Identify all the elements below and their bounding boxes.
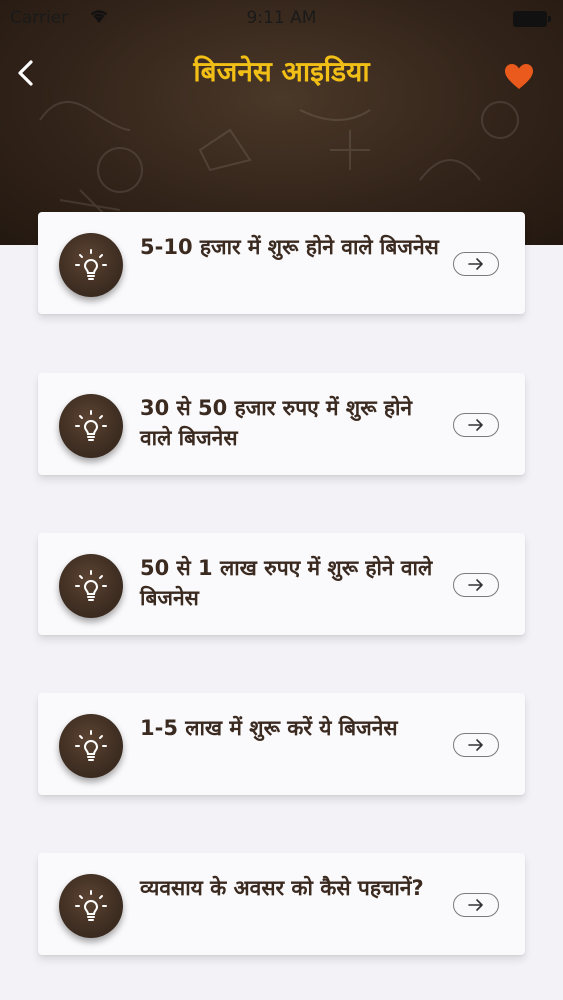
business-idea-card[interactable]: 1-5 लाख में शुरू करें ये बिजनेस	[38, 693, 525, 795]
card-label: 50 से 1 लाख रुपए में शुरू होने वाले बिजन…	[140, 556, 433, 610]
lightbulb-badge	[59, 554, 123, 618]
business-idea-card[interactable]: 5-10 हजार में शुरू होने वाले बिजनेस	[38, 212, 525, 314]
card-label: व्यवसाय के अवसर को कैसे पहचानें?	[140, 876, 424, 900]
lightbulb-badge	[59, 394, 123, 458]
lightbulb-icon	[75, 890, 107, 921]
lightbulb-badge	[59, 233, 123, 297]
favorite-button[interactable]	[503, 62, 535, 92]
heart-icon	[505, 64, 533, 89]
arrow-right-icon	[468, 419, 483, 431]
status-time: 9:11 AM	[246, 8, 317, 28]
business-idea-card[interactable]: 50 से 1 लाख रुपए में शुरू होने वाले बिजन…	[38, 533, 525, 635]
page-title: बिजनेस आइडिया	[193, 55, 370, 88]
arrow-right-icon	[468, 579, 483, 591]
lightbulb-icon	[75, 410, 107, 441]
arrow-right-icon	[468, 258, 483, 270]
card-label: 1-5 लाख में शुरू करें ये बिजनेस	[140, 716, 398, 740]
arrow-right-icon	[468, 739, 483, 751]
business-idea-card[interactable]: व्यवसाय के अवसर को कैसे पहचानें?	[38, 853, 525, 955]
open-button[interactable]	[453, 413, 499, 437]
battery-icon	[513, 11, 551, 27]
lightbulb-icon	[75, 249, 107, 280]
lightbulb-badge	[59, 874, 123, 938]
lightbulb-icon	[75, 730, 107, 761]
arrow-right-icon	[468, 899, 483, 911]
business-idea-card[interactable]: 30 से 50 हजार रुपए में शुरू होने वाले बि…	[38, 373, 525, 475]
open-button[interactable]	[453, 252, 499, 276]
card-label: 5-10 हजार में शुरू होने वाले बिजनेस	[140, 235, 439, 259]
open-button[interactable]	[453, 733, 499, 757]
card-label: 30 से 50 हजार रुपए में शुरू होने वाले बि…	[140, 396, 413, 450]
open-button[interactable]	[453, 573, 499, 597]
open-button[interactable]	[453, 893, 499, 917]
lightbulb-badge	[59, 714, 123, 778]
status-bar: Carrier 9:11 AM	[0, 0, 563, 38]
lightbulb-icon	[75, 570, 107, 601]
